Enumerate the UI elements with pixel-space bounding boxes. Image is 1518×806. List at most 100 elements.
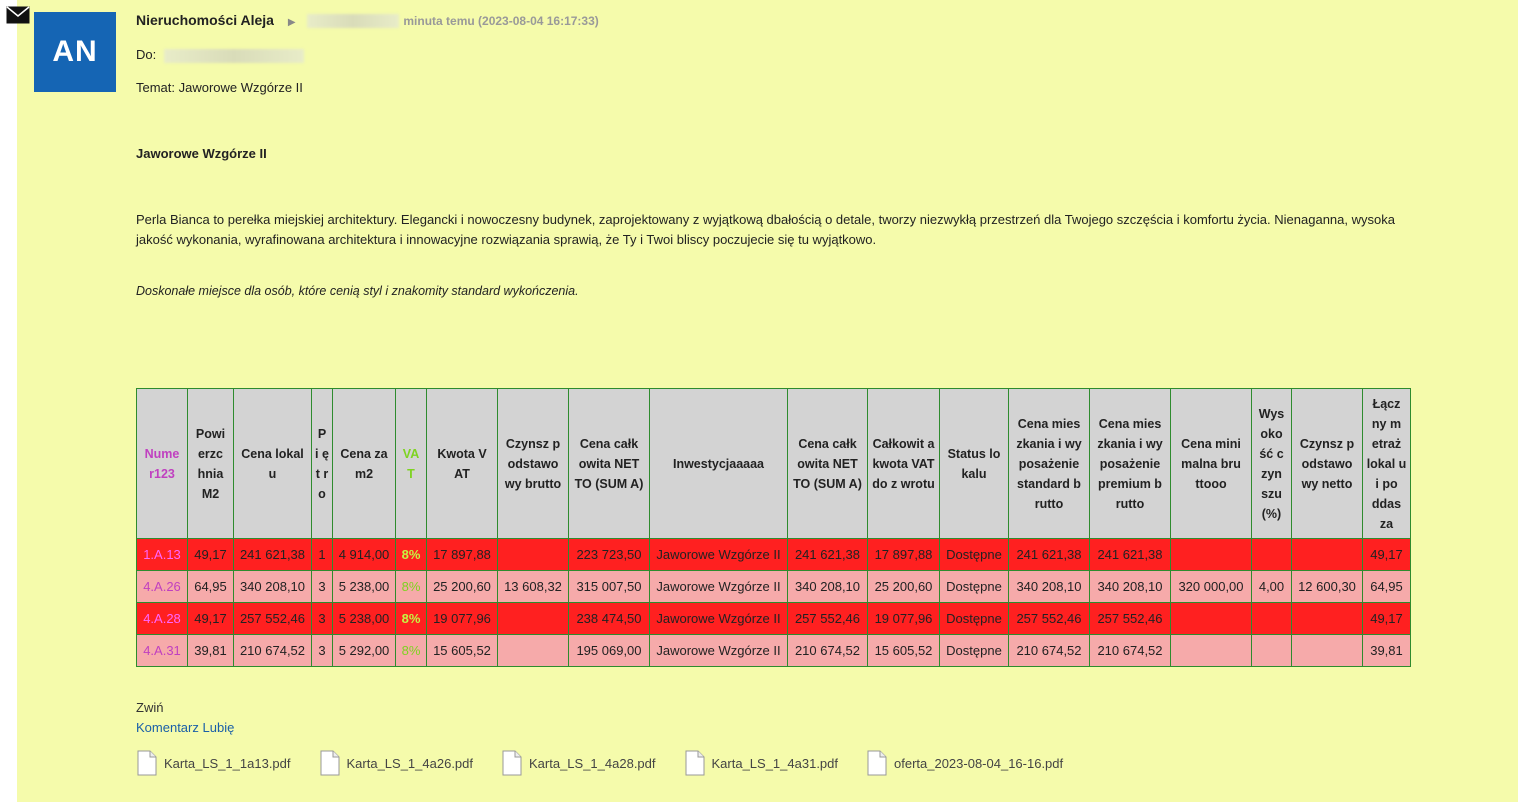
table-cell: 19 077,96: [426, 602, 498, 635]
table-cell: [1251, 538, 1292, 571]
table-cell: 340 208,10: [1089, 570, 1171, 603]
message-tagline: Doskonałe miejsce dla osób, które cenią …: [136, 284, 579, 298]
table-cell: 3: [311, 570, 333, 603]
table-cell: 8%: [395, 634, 427, 667]
table-cell: 15 605,52: [426, 634, 498, 667]
table-cell: [1251, 602, 1292, 635]
table-cell: 223 723,50: [568, 538, 650, 571]
table-header-cell: Cena mies zkania i wy posażenie premium …: [1089, 388, 1171, 539]
attachment-name[interactable]: Karta_LS_1_4a26.pdf: [347, 756, 474, 771]
sender-row: Nieruchomości Aleja ▶ minuta temu (2023-…: [136, 12, 599, 29]
table-cell: 64,95: [187, 570, 234, 603]
table-header-cell: Czynsz p odstawo wy brutto: [497, 388, 569, 539]
to-label: Do:: [136, 47, 157, 62]
file-icon: [867, 750, 887, 776]
table-cell: 5 292,00: [332, 634, 396, 667]
timestamp: minuta temu (2023-08-04 16:17:33): [403, 14, 599, 28]
table-cell: 5 238,00: [332, 602, 396, 635]
table-cell: [497, 634, 569, 667]
attachment-item[interactable]: Karta_LS_1_4a31.pdf: [684, 750, 839, 776]
table-header-cell: Status lo kalu: [939, 388, 1009, 539]
table-header-cell: Cena lokal u: [233, 388, 312, 539]
table-cell: 257 552,46: [787, 602, 868, 635]
recipient-redacted: [307, 14, 400, 29]
table-cell: 5 238,00: [332, 570, 396, 603]
table-cell: 4,00: [1251, 570, 1292, 603]
attachment-name[interactable]: Karta_LS_1_4a31.pdf: [712, 756, 839, 771]
table-header-cell: Cena całk owita NET TO (SUM A): [568, 388, 650, 539]
table-row[interactable]: 4.A.31 39,81 210 674,52 3 5 292,00 8% 15 605,5…: [136, 634, 1411, 667]
table-cell: 257 552,46: [233, 602, 312, 635]
table-header-cell: P i ę t r o: [311, 388, 333, 539]
attachment-name[interactable]: Karta_LS_1_1a13.pdf: [164, 756, 291, 771]
units-table: Nume r123 Powi erzc hnia M2 Cena lokal uP …: [136, 388, 1411, 667]
table-cell: 210 674,52: [1089, 634, 1171, 667]
table-cell: 49,17: [187, 538, 234, 571]
table-cell: 13 608,32: [497, 570, 569, 603]
table-body: 1.A.13 49,17 241 621,38 1 4 914,00 8% 17 897,8…: [136, 538, 1411, 667]
table-cell: 12 600,30: [1291, 570, 1363, 603]
table-header-cell: Wys oko ść c zyn szu (%): [1251, 388, 1292, 539]
table-header-cell: Powi erzc hnia M2: [187, 388, 234, 539]
table-cell: Jaworowe Wzgórze II: [649, 570, 788, 603]
table-cell: 210 674,52: [1008, 634, 1090, 667]
table-cell: 49,17: [1362, 602, 1411, 635]
attachment-item[interactable]: Karta_LS_1_4a28.pdf: [501, 750, 656, 776]
table-cell: 49,17: [187, 602, 234, 635]
table-row[interactable]: 4.A.26 64,95 340 208,10 3 5 238,00 8% 25 200,6…: [136, 570, 1411, 603]
table-cell: Dostępne: [939, 634, 1009, 667]
file-icon: [685, 750, 704, 776]
comment-link[interactable]: Komentarz: [136, 720, 199, 735]
table-cell: Jaworowe Wzgórze II: [649, 634, 788, 667]
table-cell: [1291, 602, 1363, 635]
attachment-item[interactable]: Karta_LS_1_4a26.pdf: [319, 750, 474, 776]
table-cell: 1: [311, 538, 333, 571]
table-row[interactable]: 4.A.28 49,17 257 552,46 3 5 238,00 8% 19 077,9…: [136, 602, 1411, 635]
envelope-icon[interactable]: [6, 6, 30, 24]
file-icon: [137, 750, 157, 776]
sender-name[interactable]: Nieruchomości Aleja: [136, 12, 274, 28]
table-cell: 315 007,50: [568, 570, 650, 603]
attachment-name[interactable]: oferta_2023-08-04_16-16.pdf: [894, 756, 1063, 771]
table-cell: 64,95: [1362, 570, 1411, 603]
table-cell: 241 621,38: [1089, 538, 1171, 571]
table-header-cell: Kwota V AT: [426, 388, 498, 539]
table-cell: 3: [311, 602, 333, 635]
table-cell: 17 897,88: [426, 538, 498, 571]
table-cell: [1170, 538, 1252, 571]
collapse-link[interactable]: Zwiń: [136, 700, 163, 715]
table-row[interactable]: 1.A.13 49,17 241 621,38 1 4 914,00 8% 17 897,8…: [136, 538, 1411, 571]
arrow-right-icon: ▶: [287, 17, 296, 28]
table-cell: Jaworowe Wzgórze II: [649, 538, 788, 571]
table-cell: [1251, 634, 1292, 667]
table-cell: [1170, 634, 1252, 667]
table-cell: 257 552,46: [1089, 602, 1171, 635]
to-row: Do:: [136, 47, 304, 63]
table-cell: 39,81: [187, 634, 234, 667]
avatar[interactable]: AN: [34, 12, 116, 92]
table-cell: 8%: [395, 602, 427, 635]
table-cell: 340 208,10: [1008, 570, 1090, 603]
table-cell: 3: [311, 634, 333, 667]
attachment-item[interactable]: Karta_LS_1_1a13.pdf: [136, 750, 291, 776]
table-header-cell: Inwestycjaaaaa: [649, 388, 788, 539]
table-cell: 210 674,52: [787, 634, 868, 667]
subject-line: Temat: Jaworowe Wzgórze II: [136, 80, 303, 95]
file-icon: [320, 750, 339, 776]
attachment-name[interactable]: Karta_LS_1_4a28.pdf: [529, 756, 656, 771]
attachment-item[interactable]: oferta_2023-08-04_16-16.pdf: [866, 750, 1063, 776]
table-cell: 241 621,38: [1008, 538, 1090, 571]
table-cell: [497, 602, 569, 635]
table-cell: 241 621,38: [787, 538, 868, 571]
table-cell: 1.A.13: [136, 538, 188, 571]
table-cell: Dostępne: [939, 602, 1009, 635]
table-cell: Dostępne: [939, 570, 1009, 603]
file-icon: [502, 750, 522, 776]
table-cell: Jaworowe Wzgórze II: [649, 602, 788, 635]
like-link[interactable]: Lubię: [203, 720, 235, 735]
table-header-row: Nume r123 Powi erzc hnia M2 Cena lokal uP …: [136, 388, 1411, 539]
table-cell: [1170, 602, 1252, 635]
table-cell: 210 674,52: [233, 634, 312, 667]
message-paragraph: Perla Bianca to perełka miejskiej archit…: [136, 212, 1395, 247]
table-header-cell: VA T: [395, 388, 427, 539]
